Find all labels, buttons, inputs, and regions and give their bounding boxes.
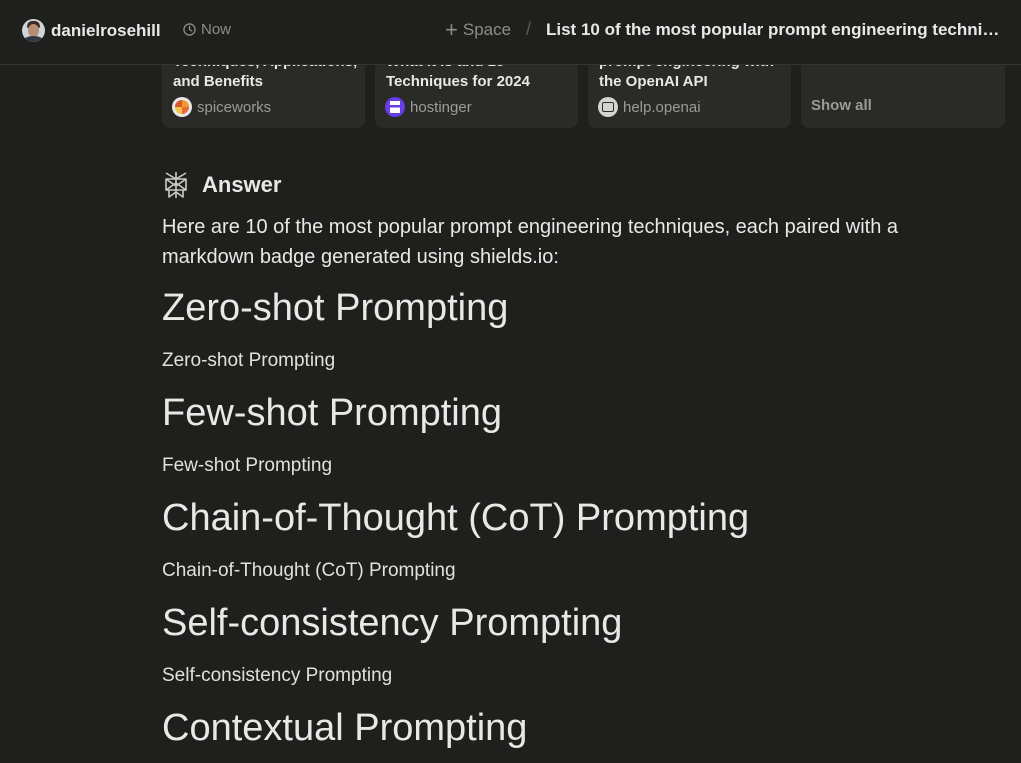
plus-icon: +	[445, 17, 458, 42]
source-card-site: help.openai	[598, 97, 701, 117]
breadcrumb-separator: /	[526, 19, 532, 39]
answer-header: Answer	[162, 170, 281, 200]
top-header: danielrosehill Now + Space / List 10 of …	[0, 0, 1021, 65]
technique-badge-alt[interactable]: Chain-of-Thought (CoT) Prompting	[162, 559, 456, 583]
perplexity-logo-icon	[165, 172, 187, 198]
answer-intro: Here are 10 of the most popular prompt e…	[162, 216, 899, 268]
thread-title[interactable]: List 10 of the most popular prompt engin…	[546, 20, 1008, 40]
source-card-site: hostinger	[385, 97, 472, 117]
source-site-label: help.openai	[623, 98, 701, 116]
show-all-button[interactable]: Show all	[811, 97, 872, 114]
technique-badge-alt[interactable]: Zero-shot Prompting	[162, 349, 335, 373]
timestamp-label: Now	[201, 21, 232, 38]
avatar[interactable]	[22, 19, 45, 42]
technique-heading: Zero-shot Prompting	[162, 287, 509, 329]
timestamp: Now	[183, 21, 231, 38]
hostinger-favicon-icon	[385, 97, 405, 117]
technique-heading: Contextual Prompting	[162, 707, 528, 749]
username[interactable]: danielrosehill	[51, 21, 161, 41]
answer-label: Answer	[202, 172, 282, 197]
spiceworks-favicon-icon	[172, 97, 192, 117]
openai-help-favicon-icon	[598, 97, 618, 117]
add-to-space-button[interactable]: + Space	[445, 17, 512, 42]
space-label: Space	[462, 20, 512, 39]
source-card-site: spiceworks	[172, 97, 271, 117]
technique-badge-alt[interactable]: Self-consistency Prompting	[162, 664, 392, 688]
technique-badge-alt[interactable]: Few-shot Prompting	[162, 454, 332, 478]
technique-heading: Few-shot Prompting	[162, 392, 503, 434]
source-site-label: hostinger	[410, 98, 472, 116]
technique-heading: Chain-of-Thought (CoT) Prompting	[162, 497, 750, 539]
user-profile[interactable]: danielrosehill	[22, 19, 161, 42]
clock-icon	[183, 23, 196, 36]
technique-heading: Self-consistency Prompting	[162, 602, 623, 644]
source-site-label: spiceworks	[197, 98, 272, 116]
